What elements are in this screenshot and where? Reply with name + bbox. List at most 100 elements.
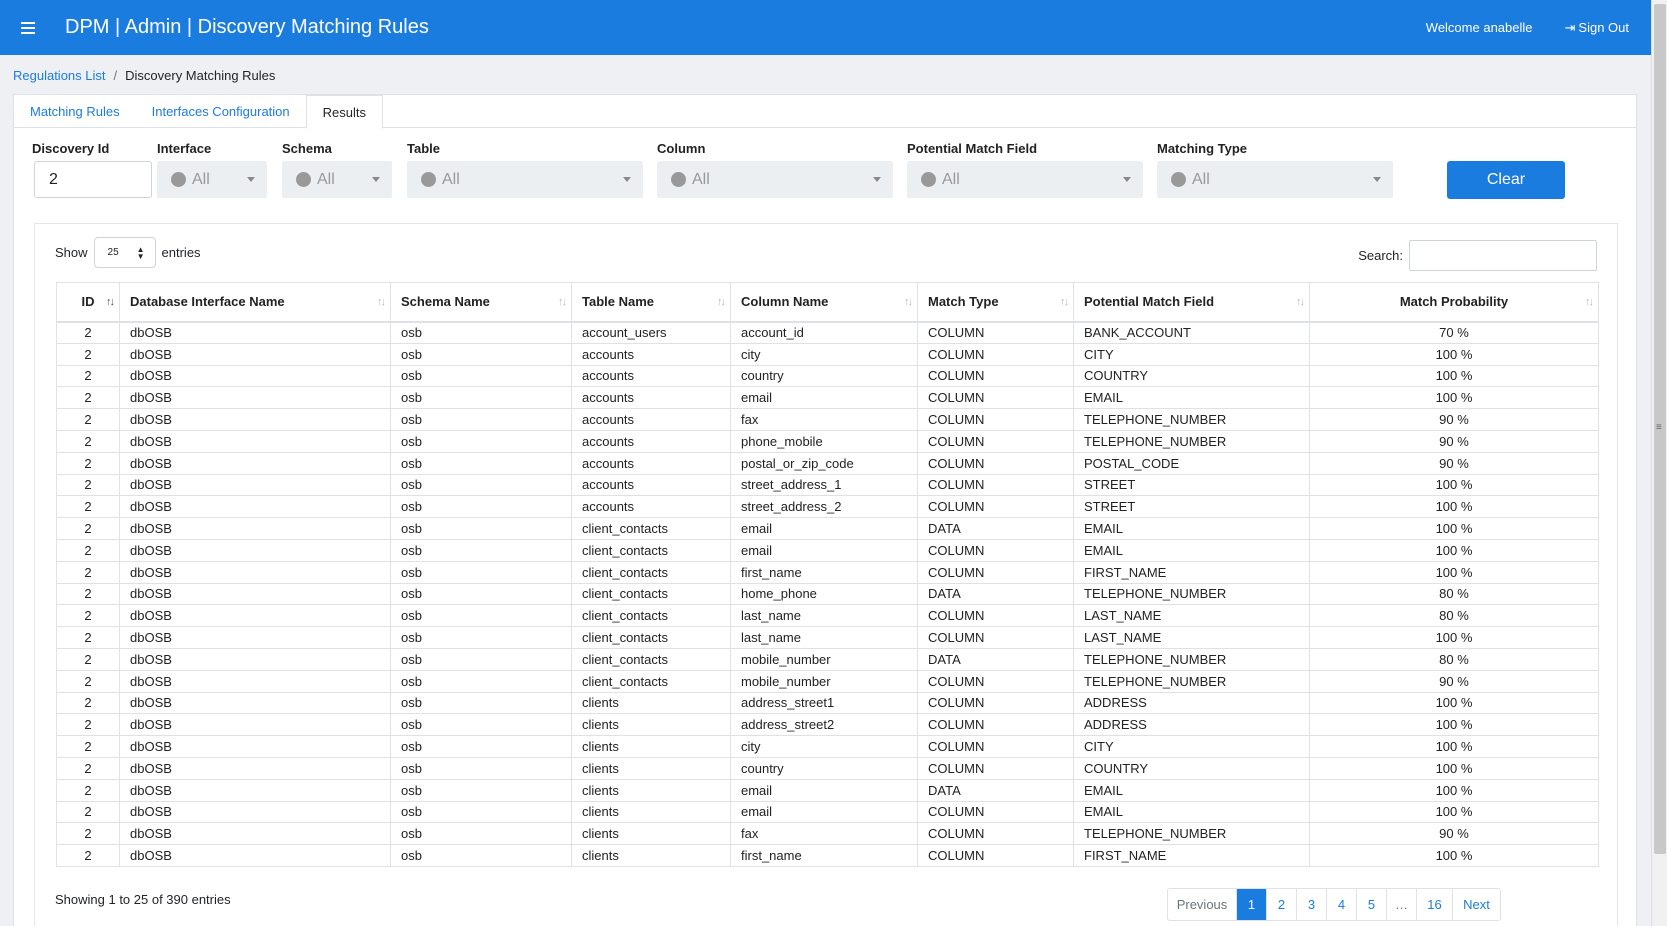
column-header-database-interface-name[interactable]: Database Interface Name ↑↓: [119, 282, 391, 323]
table-cell: LAST_NAME: [1073, 604, 1310, 628]
schema-select[interactable]: All: [282, 161, 392, 198]
table-cell: accounts: [571, 342, 731, 366]
column-header-match-type[interactable]: Match Type ↑↓: [917, 282, 1074, 323]
tab-matching-rules[interactable]: Matching Rules: [14, 95, 136, 128]
page-button-3[interactable]: 3: [1296, 889, 1326, 920]
table-cell: client_contacts: [571, 604, 731, 628]
column-header-id[interactable]: ID ↑↓: [56, 282, 120, 323]
previous-page-button[interactable]: Previous: [1168, 889, 1236, 920]
tab-interfaces-configuration[interactable]: Interfaces Configuration: [136, 95, 306, 128]
placeholder-dot-icon: [296, 172, 311, 187]
next-page-button[interactable]: Next: [1452, 889, 1500, 920]
table-cell: ADDRESS: [1073, 691, 1310, 715]
results-table: ID ↑↓ Database Interface Name ↑↓ Schema Na…: [56, 282, 1599, 867]
table-cell: 90 %: [1309, 822, 1599, 846]
table-cell: osb: [390, 538, 572, 562]
page-button-5[interactable]: 5: [1356, 889, 1386, 920]
table-search-control: Search:: [1358, 240, 1597, 271]
page-button-4[interactable]: 4: [1326, 889, 1356, 920]
table-cell: 100 %: [1309, 560, 1599, 584]
table-select[interactable]: All: [407, 161, 643, 198]
table-cell: 2: [56, 582, 120, 606]
table-cell: osb: [390, 713, 572, 737]
table-cell: accounts: [571, 429, 731, 453]
matching-type-select[interactable]: All: [1157, 161, 1393, 198]
tab-results[interactable]: Results: [305, 95, 383, 129]
table-cell: 2: [56, 342, 120, 366]
sort-icon: ↑↓: [1296, 296, 1305, 308]
table-cell: 100 %: [1309, 778, 1599, 802]
table-cell: 2: [56, 604, 120, 628]
column-header-label: Match Type: [928, 294, 999, 310]
table-cell: FIRST_NAME: [1073, 560, 1310, 584]
table-row: 2 dbOSB osb client_contacts first_name COLUMN…: [56, 560, 1599, 584]
page-button-1[interactable]: 1: [1236, 889, 1266, 920]
column-header-schema-name[interactable]: Schema Name ↑↓: [390, 282, 572, 323]
table-row: 2 dbOSB osb accounts email COLUMN EMAIL 100 %: [56, 386, 1599, 410]
table-cell: 2: [56, 778, 120, 802]
search-input[interactable]: [1409, 240, 1597, 271]
table-cell: 2: [56, 429, 120, 453]
table-cell: last_name: [730, 604, 918, 628]
column-header-match-probability[interactable]: Match Probability ↑↓: [1309, 282, 1599, 323]
entries-length-select[interactable]: 25 ▲ ▼: [93, 237, 156, 268]
table-cell: postal_or_zip_code: [730, 451, 918, 475]
table-cell: osb: [390, 822, 572, 846]
table-cell: osb: [390, 669, 572, 693]
table-row: 2 dbOSB osb client_contacts last_name COLUMN L…: [56, 604, 1599, 628]
table-row: 2 dbOSB osb accounts country COLUMN COUNTRY 100…: [56, 364, 1599, 388]
table-row: 2 dbOSB osb client_contacts home_phone DATA TE…: [56, 582, 1599, 606]
table-select-value: All: [442, 170, 460, 188]
breadcrumb-regulations-list[interactable]: Regulations List: [13, 68, 106, 83]
table-cell: dbOSB: [119, 800, 391, 824]
table-cell: TELEPHONE_NUMBER: [1073, 429, 1310, 453]
table-cell: accounts: [571, 473, 731, 497]
column-header-column-name[interactable]: Column Name ↑↓: [730, 282, 918, 323]
discovery-id-input[interactable]: [34, 161, 152, 198]
sort-icon: ↑↓: [558, 296, 567, 308]
interface-select[interactable]: All: [157, 161, 267, 198]
caret-down-icon: [1123, 177, 1131, 182]
table-cell: 100 %: [1309, 342, 1599, 366]
table-cell: osb: [390, 473, 572, 497]
page-scrollbar[interactable]: ≡: [1651, 0, 1667, 926]
table-cell: client_contacts: [571, 626, 731, 649]
table-cell: osb: [390, 517, 572, 540]
main-panel: Matching Rules Interfaces Configuration …: [13, 94, 1637, 926]
table-cell: client_contacts: [571, 517, 731, 540]
column-select-value: All: [692, 170, 710, 188]
search-label: Search:: [1358, 248, 1403, 263]
table-cell: COLUMN: [917, 800, 1074, 824]
column-select[interactable]: All: [657, 161, 893, 198]
table-cell: osb: [390, 429, 572, 453]
page-button-16[interactable]: 16: [1416, 889, 1452, 920]
show-label: Show: [55, 245, 88, 260]
sign-out-link[interactable]: ⇥ Sign Out: [1565, 20, 1630, 36]
table-cell: home_phone: [730, 582, 918, 606]
sign-out-label: Sign Out: [1578, 20, 1629, 35]
table-cell: 100 %: [1309, 495, 1599, 519]
placeholder-dot-icon: [921, 172, 936, 187]
table-cell: 100 %: [1309, 844, 1599, 867]
table-cell: 2: [56, 408, 120, 431]
table-cell: 2: [56, 626, 120, 649]
column-header-table-name[interactable]: Table Name ↑↓: [571, 282, 731, 323]
table-cell: city: [730, 342, 918, 366]
table-cell: dbOSB: [119, 451, 391, 475]
hamburger-icon[interactable]: [16, 16, 40, 40]
table-cell: dbOSB: [119, 582, 391, 606]
table-cell: account_users: [571, 321, 731, 344]
table-cell: dbOSB: [119, 408, 391, 431]
table-cell: street_address_2: [730, 495, 918, 519]
page-button-2[interactable]: 2: [1266, 889, 1296, 920]
table-cell: STREET: [1073, 495, 1310, 519]
table-cell: 2: [56, 451, 120, 475]
potential-match-field-select[interactable]: All: [907, 161, 1143, 198]
column-header-potential-match-field[interactable]: Potential Match Field ↑↓: [1073, 282, 1310, 323]
entries-length-control: Show 25 ▲ ▼ entries: [55, 237, 201, 268]
table-cell: 2: [56, 321, 120, 344]
table-cell: osb: [390, 800, 572, 824]
clear-button[interactable]: Clear: [1447, 161, 1565, 199]
table-cell: osb: [390, 626, 572, 649]
table-cell: COLUMN: [917, 560, 1074, 584]
